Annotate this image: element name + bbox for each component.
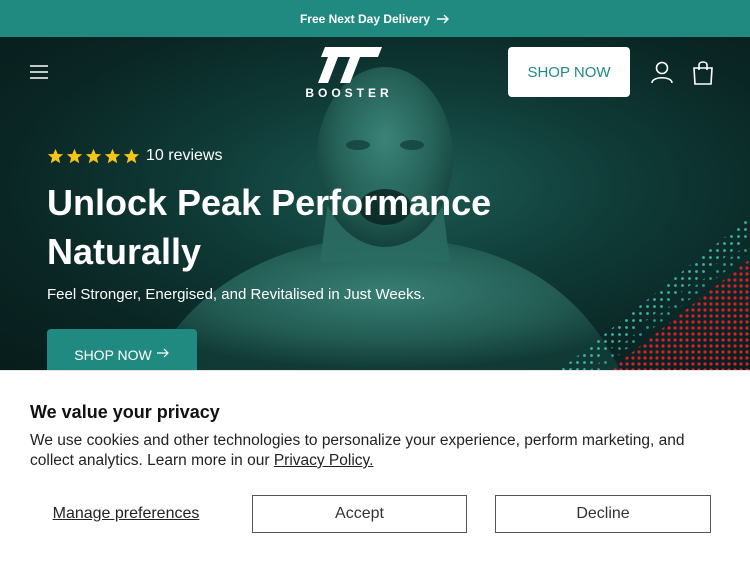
star-icon [66,148,83,163]
manage-preferences-button[interactable]: Manage preferences [30,495,222,533]
privacy-policy-link[interactable]: Privacy Policy. [274,452,374,469]
consent-title: We value your privacy [30,402,220,422]
announcement-text[interactable]: Free Next Day Delivery [300,12,430,26]
accept-button[interactable]: Accept [252,495,467,533]
review-count[interactable]: 10 reviews [146,147,222,165]
arrow-right-icon [437,14,450,23]
star-icon [85,148,102,163]
announcement-bar[interactable]: Free Next Day Delivery [0,0,750,37]
star-icon [104,148,121,163]
star-icon [123,148,140,163]
account-icon[interactable] [650,60,674,84]
consent-body: We use cookies and other technologies to… [30,431,730,471]
hero-title: Unlock Peak Performance Naturally [47,182,492,272]
hero-rating[interactable]: 10 reviews [47,147,222,165]
site-header: BOOSTER SHOP NOW [0,37,750,107]
hero-cta-label: SHOP NOW [74,347,152,363]
cookie-consent-banner: We value your privacy We use cookies and… [0,370,750,563]
logo-wordmark: BOOSTER [305,86,393,100]
header-shop-now-button[interactable]: SHOP NOW [508,47,630,97]
decline-button[interactable]: Decline [495,495,711,533]
booster-logo[interactable]: BOOSTER [298,45,400,101]
hero-subtitle: Feel Stronger, Energised, and Revitalise… [47,286,426,303]
arrow-right-icon [156,348,169,358]
cart-bag-icon[interactable] [692,59,714,85]
star-icon [47,148,64,163]
hamburger-menu-icon[interactable] [29,64,49,80]
